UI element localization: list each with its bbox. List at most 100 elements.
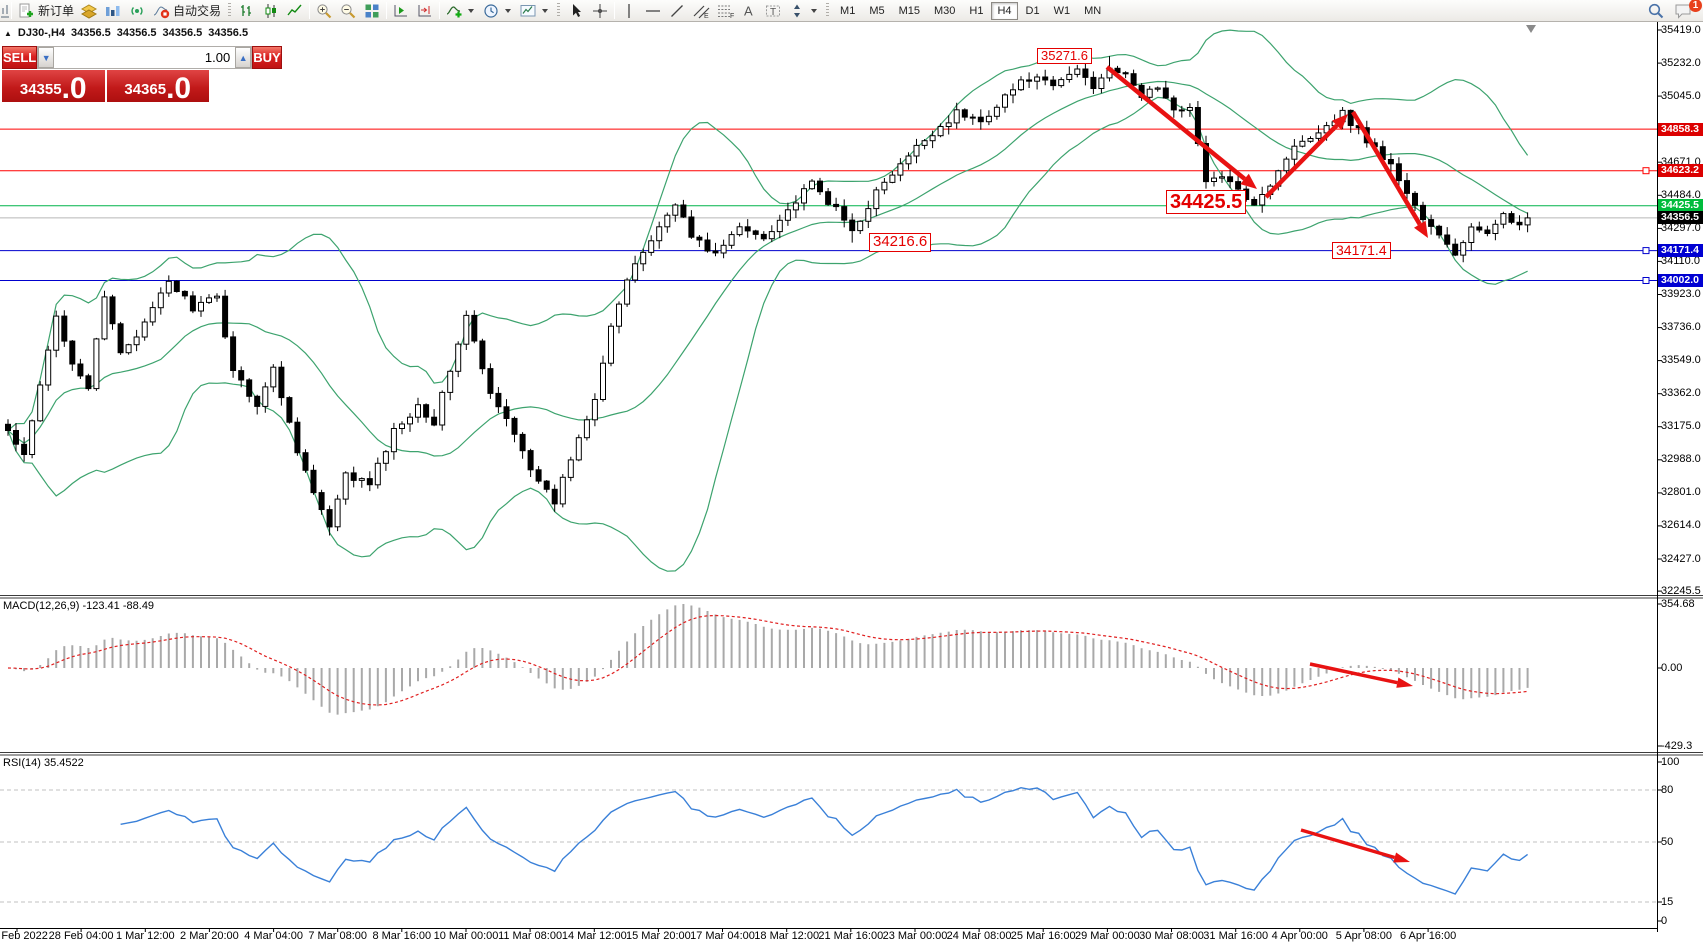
chart-shift-icon: [416, 2, 434, 19]
text-label-icon: T: [764, 2, 782, 19]
volume-increase-button[interactable]: ▲: [235, 47, 251, 68]
new-order-label: 新订单: [38, 2, 74, 19]
trend-arrow-3[interactable]: [1353, 112, 1428, 238]
bollinger-middle-band: [8, 82, 1528, 457]
tab-timeframe-m1[interactable]: M1: [834, 2, 861, 20]
volume-input[interactable]: [54, 47, 235, 68]
signal-icon: [128, 2, 146, 19]
autotrading-label: 自动交易: [173, 2, 221, 19]
profiles-button[interactable]: [77, 1, 101, 21]
signal-button[interactable]: [125, 1, 149, 21]
chart-canvas[interactable]: [0, 0, 1703, 947]
tab-timeframe-mn[interactable]: MN: [1078, 2, 1107, 20]
bar-chart-button[interactable]: [235, 1, 259, 21]
symbol-name: DJ30-,H4: [18, 27, 65, 39]
ohlc-high: 34356.5: [117, 27, 157, 39]
trend-arrow-2[interactable]: [1266, 114, 1348, 197]
symbol-ohlc-bar: ▲ DJ30-,H4 34356.5 34356.5 34356.5 34356…: [4, 27, 248, 39]
volume-decrease-button[interactable]: ▼: [38, 47, 54, 68]
one-click-trading-panel: SELL ▼ ▲ BUY 34355 .0 34365 .0: [2, 46, 209, 103]
market-watch-icon: [104, 2, 122, 19]
periods-icon: [482, 2, 500, 19]
market-watch-button[interactable]: [101, 1, 125, 21]
candlestick-chart-icon: [262, 2, 280, 19]
sell-price[interactable]: 34355 .0: [2, 70, 105, 102]
line-handle-icon[interactable]: [1643, 168, 1649, 174]
tab-timeframe-h4[interactable]: H4: [991, 2, 1017, 20]
notification-badge: 1: [1689, 0, 1702, 12]
line-chart-button[interactable]: [283, 1, 307, 21]
trend-arrow-4[interactable]: [1310, 664, 1413, 688]
annotation-label-35271.6[interactable]: 35271.6: [1037, 48, 1092, 64]
sell-button[interactable]: SELL: [2, 46, 37, 69]
horizontal-line-tool-button[interactable]: [641, 1, 665, 21]
annotation-label-34216.6[interactable]: 34216.6: [869, 233, 931, 252]
indicators-button[interactable]: [442, 1, 479, 21]
fibonacci-retracement-icon: F: [716, 2, 734, 19]
text-icon: A: [740, 2, 758, 19]
chart-fragment-icon[interactable]: [0, 2, 9, 19]
cursor-icon: [567, 2, 585, 19]
zoom-out-icon: [339, 2, 357, 19]
tab-timeframe-m30[interactable]: M30: [928, 2, 961, 20]
crosshair-tool-button[interactable]: [588, 1, 612, 21]
crosshair-icon: [591, 2, 609, 19]
tab-timeframe-w1[interactable]: W1: [1048, 2, 1077, 20]
vertical-line-tool-button[interactable]: [617, 1, 641, 21]
ohlc-close: 34356.5: [208, 27, 248, 39]
line-handle-icon[interactable]: [1643, 278, 1649, 284]
search-icon[interactable]: [1647, 2, 1665, 19]
text-tool-button[interactable]: A: [737, 1, 761, 21]
svg-text:A: A: [744, 3, 753, 18]
auto-scroll-button[interactable]: [389, 1, 413, 21]
trend-line-icon: [668, 2, 686, 19]
tile-windows-button[interactable]: [360, 1, 384, 21]
annotation-label-34425.5[interactable]: 34425.5: [1166, 190, 1246, 214]
ohlc-open: 34356.5: [71, 27, 111, 39]
buy-price[interactable]: 34365 .0: [107, 70, 210, 102]
buy-button[interactable]: BUY: [252, 46, 281, 69]
macd-histogram: [8, 604, 1528, 715]
tile-windows-icon: [363, 2, 381, 19]
indicators-icon: [445, 2, 463, 19]
equidistant-channel-tool-button[interactable]: E: [689, 1, 713, 21]
macd-signal-line: [8, 616, 1528, 706]
svg-text:T: T: [770, 7, 776, 18]
chart-shift-marker[interactable]: [1526, 25, 1536, 33]
autotrading-button[interactable]: 自动交易: [149, 1, 224, 21]
templates-icon: [519, 2, 537, 19]
equidistant-channel-icon: E: [692, 2, 710, 19]
line-chart-icon: [286, 2, 304, 19]
trend-line-tool-button[interactable]: [665, 1, 689, 21]
volume-control: ▼ ▲: [37, 46, 252, 69]
tab-timeframe-m15[interactable]: M15: [893, 2, 926, 20]
text-label-tool-button[interactable]: T: [761, 1, 785, 21]
svg-text:F: F: [730, 13, 734, 19]
annotation-label-34171.4[interactable]: 34171.4: [1332, 242, 1391, 259]
bar-chart-icon: [238, 2, 256, 19]
tab-timeframe-d1[interactable]: D1: [1020, 2, 1046, 20]
new-order-button[interactable]: 新订单: [14, 1, 77, 21]
tab-timeframe-h1[interactable]: H1: [963, 2, 989, 20]
rsi-line: [121, 788, 1528, 894]
trend-arrow-5[interactable]: [1301, 830, 1410, 863]
profiles-icon: [80, 2, 98, 19]
candlestick-chart-button[interactable]: [259, 1, 283, 21]
templates-caret-icon: [542, 9, 548, 13]
templates-button[interactable]: [516, 1, 553, 21]
periods-button[interactable]: [479, 1, 516, 21]
fibonacci-tool-button[interactable]: F: [713, 1, 737, 21]
line-handle-icon[interactable]: [1643, 248, 1649, 254]
cursor-tool-button[interactable]: [564, 1, 588, 21]
chart-shift-button[interactable]: [413, 1, 437, 21]
autotrading-icon: [152, 2, 170, 19]
arrows-caret-icon: [811, 9, 817, 13]
chat-icon[interactable]: 1: [1671, 2, 1695, 19]
zoom-out-button[interactable]: [336, 1, 360, 21]
arrows-tool-button[interactable]: [785, 1, 822, 21]
zoom-in-button[interactable]: [312, 1, 336, 21]
svg-text:E: E: [704, 13, 709, 19]
tab-timeframe-m5[interactable]: M5: [863, 2, 890, 20]
auto-scroll-icon: [392, 2, 410, 19]
candlesticks: [6, 56, 1531, 535]
